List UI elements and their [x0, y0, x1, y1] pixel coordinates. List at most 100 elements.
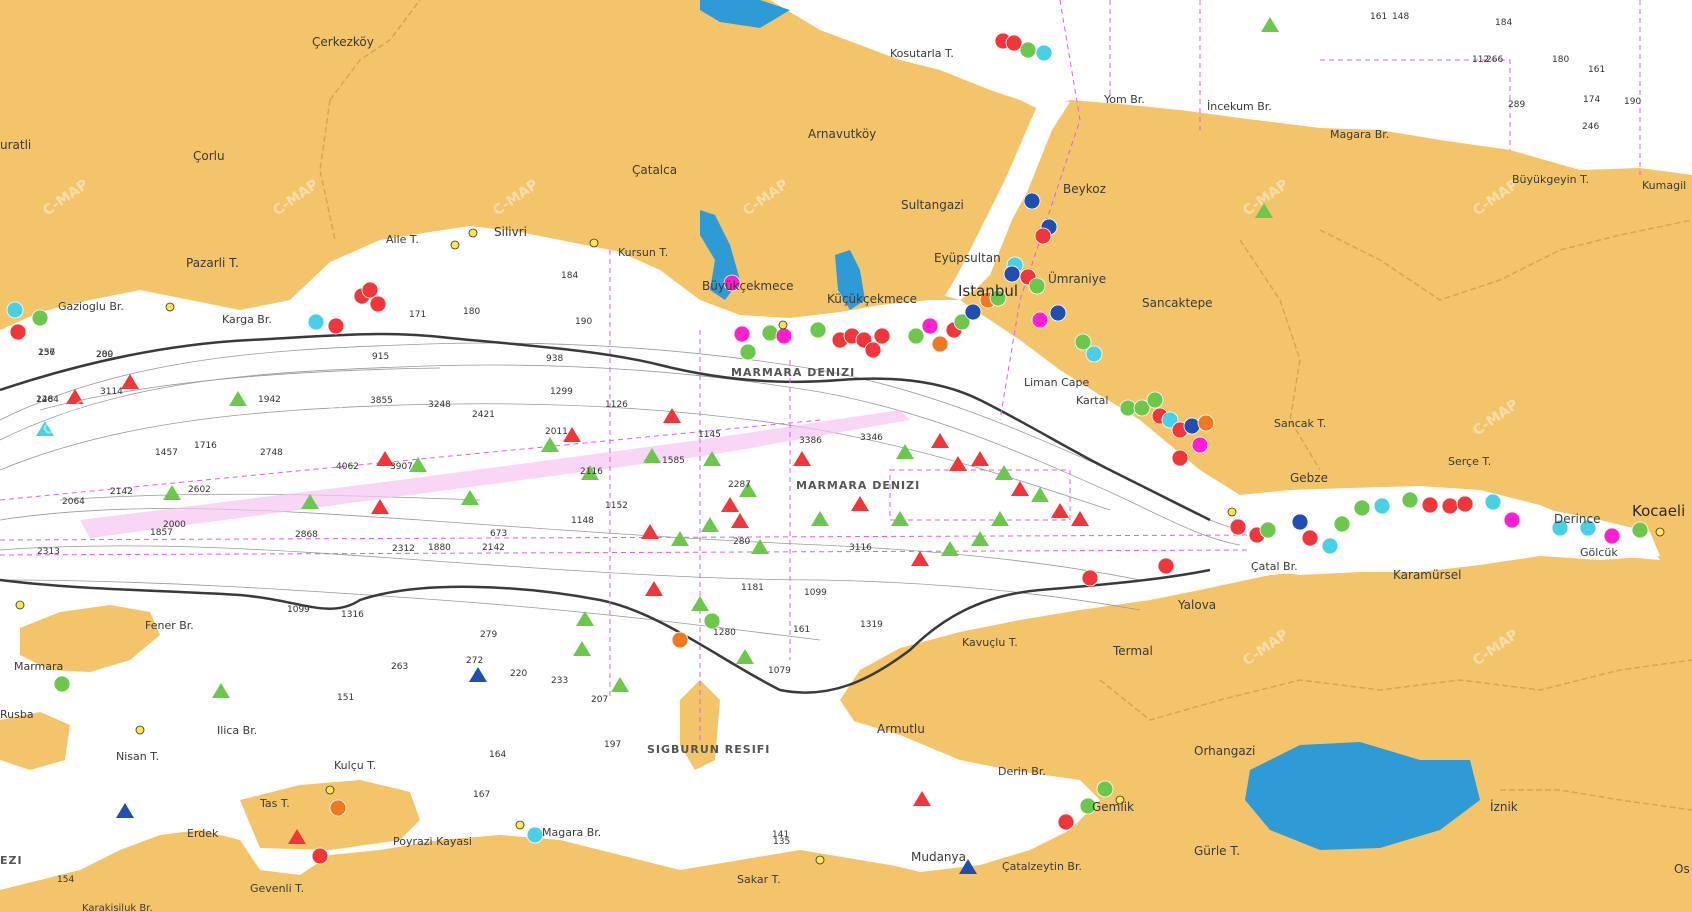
- depth-sounding: 1319: [860, 620, 883, 630]
- buoy-marker: [53, 675, 71, 693]
- depth-sounding: 1585: [662, 456, 685, 466]
- place-label[interactable]: Marmara: [14, 660, 63, 673]
- depth-sounding: 1181: [741, 583, 764, 593]
- buoy-marker: [761, 324, 779, 342]
- place-label[interactable]: Çatalca: [632, 163, 677, 177]
- depth-sounding: 1079: [768, 666, 791, 676]
- place-label[interactable]: Armutlu: [877, 722, 925, 736]
- place-label[interactable]: Karakisiluk Br.: [82, 903, 153, 912]
- buoy-marker: [1096, 780, 1114, 798]
- place-label[interactable]: uratli: [0, 138, 31, 152]
- buoy-marker: [1049, 304, 1067, 322]
- buoy-marker: [1441, 497, 1459, 515]
- buoy-marker: [1019, 41, 1037, 59]
- depth-sounding: 3346: [860, 433, 883, 443]
- depth-sounding: 2142: [110, 487, 133, 497]
- place-label[interactable]: Gebze: [1290, 471, 1328, 485]
- place-label[interactable]: Derin Br.: [998, 765, 1046, 778]
- depth-sounding: 164: [489, 750, 507, 760]
- place-label[interactable]: Çatalzeytin Br.: [1002, 860, 1082, 873]
- place-label[interactable]: Küçükçekmece: [827, 292, 917, 306]
- sea-label: MARMARA DENIZI: [796, 479, 921, 492]
- place-label[interactable]: Magara Br.: [542, 826, 601, 839]
- place-label[interactable]: Karga Br.: [222, 313, 272, 326]
- place-label[interactable]: Kumagil: [1642, 179, 1686, 192]
- nautical-chart-map[interactable]: C-MAP C-MAP C-MAP C-MAP C-MAP C-MAP C-MA…: [0, 0, 1692, 912]
- place-label[interactable]: Ilica Br.: [217, 724, 257, 737]
- place-label[interactable]: Çatal Br.: [1251, 560, 1298, 573]
- place-label[interactable]: Karamürsel: [1393, 568, 1462, 582]
- place-label[interactable]: Os: [1674, 862, 1690, 876]
- buoy-marker: [1631, 521, 1649, 539]
- buoy-marker: [1197, 414, 1215, 432]
- depth-sounding: 174: [1583, 95, 1601, 105]
- place-label[interactable]: Sancaktepe: [1142, 296, 1213, 310]
- place-label[interactable]: Yalova: [1178, 598, 1216, 612]
- place-label[interactable]: Sultangazi: [901, 198, 964, 212]
- place-label[interactable]: Gazioglu Br.: [58, 300, 124, 313]
- place-label[interactable]: Kocaeli: [1632, 502, 1685, 520]
- light-marker: [450, 240, 460, 250]
- place-label[interactable]: Rusba: [0, 708, 34, 721]
- place-label[interactable]: Çerkezköy: [312, 35, 374, 49]
- place-label[interactable]: Tas T.: [260, 797, 290, 810]
- place-label[interactable]: Kursun T.: [618, 246, 668, 259]
- buoy-marker: [327, 317, 345, 335]
- place-label[interactable]: Gevenli T.: [250, 882, 304, 895]
- place-label[interactable]: Serçe T.: [1448, 455, 1491, 468]
- place-label[interactable]: Sancak T.: [1274, 417, 1326, 430]
- depth-sounding: 1126: [605, 400, 628, 410]
- place-label[interactable]: Büyükçekmece: [702, 279, 793, 293]
- buoy-marker: [1057, 813, 1075, 831]
- place-label[interactable]: Derince: [1554, 512, 1600, 526]
- place-label[interactable]: Kulçu T.: [334, 759, 376, 772]
- place-label[interactable]: Çorlu: [193, 149, 225, 163]
- light-marker: [468, 228, 478, 238]
- buoy-marker: [1171, 449, 1189, 467]
- light-marker: [1655, 527, 1665, 537]
- place-label[interactable]: Kavuçlu T.: [962, 636, 1018, 649]
- place-label[interactable]: Arnavutköy: [808, 127, 876, 141]
- place-label[interactable]: Fener Br.: [145, 619, 194, 632]
- place-label[interactable]: Büyükgeyin T.: [1512, 173, 1589, 186]
- depth-sounding: 180: [463, 307, 481, 317]
- place-label[interactable]: Liman Cape: [1024, 376, 1089, 389]
- buoy-marker: [703, 612, 721, 630]
- buoy-marker: [526, 826, 544, 844]
- place-label[interactable]: Kartal: [1076, 394, 1108, 407]
- place-label[interactable]: Orhangazi: [1194, 744, 1255, 758]
- place-label[interactable]: Gemlik: [1092, 800, 1134, 814]
- depth-sounding: 3114: [100, 387, 123, 397]
- place-label[interactable]: Erdek: [187, 827, 218, 840]
- depth-sounding: 1145: [698, 430, 721, 440]
- place-label[interactable]: Termal: [1113, 644, 1153, 658]
- place-label[interactable]: Gölcük: [1580, 546, 1618, 559]
- place-label[interactable]: Silivri: [494, 225, 527, 239]
- depth-sounding: 154: [57, 875, 75, 885]
- buoy-marker: [1085, 345, 1103, 363]
- place-label[interactable]: Aile T.: [386, 233, 419, 246]
- place-label[interactable]: Yom Br.: [1104, 93, 1145, 106]
- buoy-marker: [733, 325, 751, 343]
- place-label[interactable]: Ümraniye: [1048, 272, 1106, 286]
- place-label[interactable]: Sakar T.: [737, 873, 781, 886]
- depth-sounding: 2602: [188, 485, 211, 495]
- place-label[interactable]: Nisan T.: [116, 750, 159, 763]
- place-label[interactable]: Pazarli T.: [186, 256, 239, 270]
- place-label[interactable]: Beykoz: [1063, 182, 1106, 196]
- place-label[interactable]: Kosutarla T.: [890, 47, 954, 60]
- place-label[interactable]: İznik: [1490, 800, 1518, 814]
- depth-sounding: 1099: [287, 605, 310, 615]
- place-label[interactable]: Mudanya: [911, 850, 966, 864]
- place-label[interactable]: Magara Br.: [1330, 128, 1389, 141]
- place-label[interactable]: İncekum Br.: [1207, 100, 1272, 113]
- place-label[interactable]: Gürle T.: [1194, 844, 1240, 858]
- place-label[interactable]: Istanbul: [958, 282, 1018, 300]
- buoy-marker: [873, 327, 891, 345]
- buoy-marker: [921, 317, 939, 335]
- place-label[interactable]: Eyüpsultan: [934, 251, 1001, 265]
- depth-sounding: 1299: [550, 387, 573, 397]
- buoy-marker: [1146, 391, 1164, 409]
- buoy-marker: [1023, 192, 1041, 210]
- place-label[interactable]: Poyrazi Kayasi: [393, 835, 472, 848]
